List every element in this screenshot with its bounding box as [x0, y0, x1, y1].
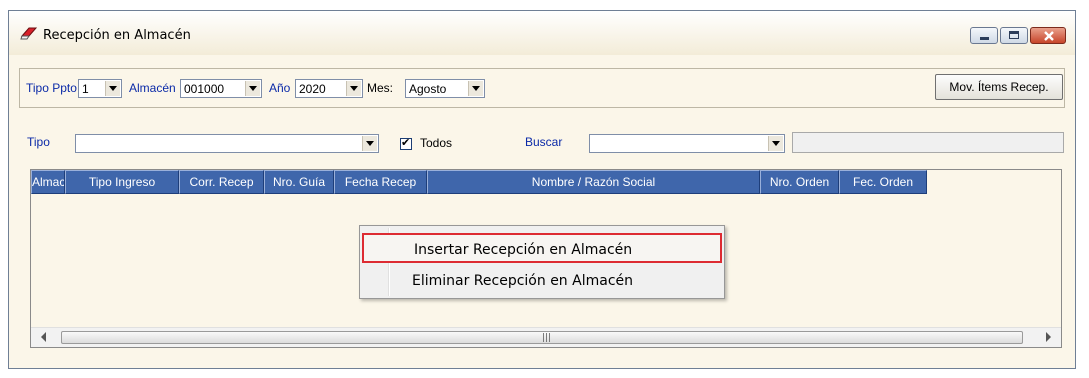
buscar-select[interactable] [589, 134, 785, 153]
menu-item-insertar-label: Insertar Recepción en Almacén [414, 242, 633, 258]
menu-item-insertar[interactable]: Insertar Recepción en Almacén [362, 233, 722, 263]
almacen-select[interactable]: 001000 [180, 79, 262, 98]
tipo-ppto-label: Tipo Ppto [26, 81, 77, 95]
filter-frame: Tipo Ppto 1 Almacén 001000 Año 2020 Mes:… [19, 68, 1065, 108]
almacen-label: Almacén [129, 81, 176, 95]
menu-item-eliminar-label: Eliminar Recepción en Almacén [412, 273, 633, 289]
mov-items-recep-button[interactable]: Mov. Ítems Recep. [935, 74, 1063, 100]
maximize-icon [1009, 31, 1019, 39]
title-bar[interactable]: Recepción en Almacén [9, 11, 1075, 55]
tipo-ppto-value: 1 [82, 82, 89, 96]
maximize-button[interactable] [1000, 27, 1028, 44]
menu-item-eliminar[interactable]: Eliminar Recepción en Almacén [362, 266, 722, 296]
tipo-ppto-select[interactable]: 1 [78, 79, 122, 98]
window-title: Recepción en Almacén [43, 28, 191, 43]
chevron-down-icon[interactable] [346, 81, 361, 96]
close-icon [1044, 31, 1054, 41]
mes-label: Mes: [367, 81, 394, 95]
column-fec-orden[interactable]: Fec. Orden [839, 170, 927, 194]
column-almac[interactable]: Almac. [31, 170, 65, 194]
column-tipo-ingreso[interactable]: Tipo Ingreso [65, 170, 179, 194]
mes-select[interactable]: Agosto [405, 79, 485, 98]
scroll-left-icon[interactable] [41, 332, 46, 342]
tipo-select[interactable] [75, 134, 379, 153]
search-input[interactable] [792, 132, 1064, 153]
chevron-down-icon[interactable] [105, 81, 120, 96]
todos-label: Todos [420, 136, 453, 150]
anio-value: 2020 [299, 82, 326, 96]
grid-header: Almac. Tipo Ingreso Corr. Recep Nro. Guí… [31, 170, 927, 194]
minimize-button[interactable] [970, 27, 998, 44]
column-nro-guia[interactable]: Nro. Guía [264, 170, 334, 194]
column-corr-recep[interactable]: Corr. Recep [179, 170, 264, 194]
context-menu: Insertar Recepción en Almacén Eliminar R… [359, 225, 725, 299]
todos-checkbox[interactable] [400, 136, 412, 150]
chevron-down-icon[interactable] [468, 81, 483, 96]
almacen-value: 001000 [184, 82, 225, 96]
column-nombre-razon-social[interactable]: Nombre / Razón Social [427, 170, 760, 194]
minimize-icon [980, 37, 989, 40]
buscar-label: Buscar [525, 135, 563, 149]
eraser-icon [20, 27, 38, 40]
anio-select[interactable]: 2020 [295, 79, 363, 98]
mes-value: Agosto [409, 82, 447, 96]
anio-label: Año [269, 81, 291, 95]
close-button[interactable] [1030, 27, 1066, 44]
chevron-down-icon[interactable] [768, 136, 783, 151]
scroll-right-icon[interactable] [1046, 332, 1051, 342]
chevron-down-icon[interactable] [245, 81, 260, 96]
scrollbar-thumb[interactable]: ||| [61, 331, 1023, 344]
tipo-label: Tipo [27, 135, 50, 149]
chevron-down-icon[interactable] [362, 136, 377, 151]
horizontal-scrollbar[interactable]: ||| [31, 327, 1061, 347]
column-fecha-recep[interactable]: Fecha Recep [334, 170, 427, 194]
column-nro-orden[interactable]: Nro. Orden [760, 170, 839, 194]
